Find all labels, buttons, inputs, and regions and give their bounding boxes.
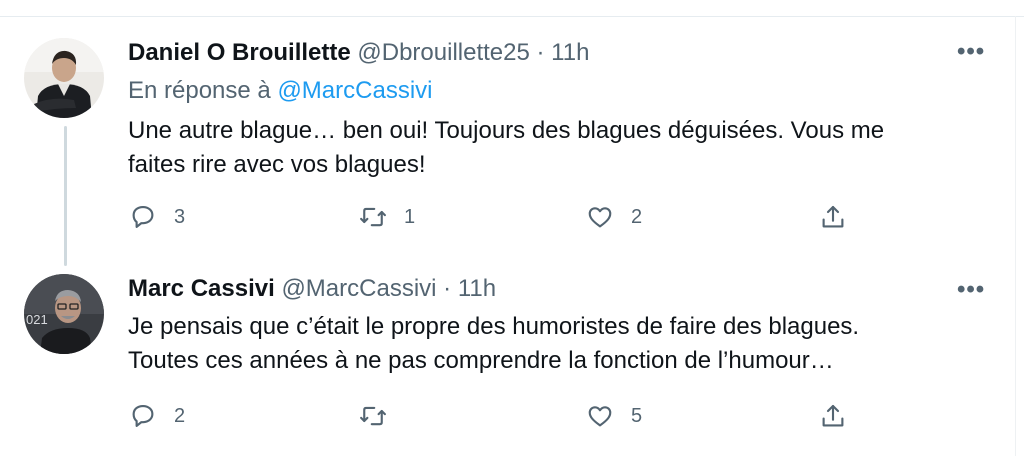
tweet-text-line: faites rire avec vos blagues! xyxy=(128,151,426,178)
tweet-text-line: Toutes ces années à ne pas comprendre la… xyxy=(128,347,834,374)
like-button[interactable]: 2 xyxy=(585,201,642,233)
display-name[interactable]: Daniel O Brouillette xyxy=(128,39,351,66)
separator-dot: · xyxy=(536,39,545,66)
reply-count: 3 xyxy=(174,205,186,228)
timestamp[interactable]: 11h xyxy=(458,275,496,302)
share-button[interactable] xyxy=(818,400,848,432)
display-name[interactable]: Marc Cassivi xyxy=(128,275,275,302)
share-icon xyxy=(822,404,844,427)
reply-context: En réponse à @MarcCassivi xyxy=(128,76,432,106)
reply-button[interactable]: 2 xyxy=(128,400,185,432)
reply-button[interactable]: 3 xyxy=(128,201,185,233)
more-dots-icon[interactable]: ••• xyxy=(957,40,985,64)
share-icon xyxy=(822,205,844,228)
reply-mention-link[interactable]: @MarcCassivi xyxy=(277,77,432,104)
avatar-daniel[interactable] xyxy=(24,38,104,118)
right-divider xyxy=(1015,16,1016,456)
tweet-text-line: Une autre blague… ben oui! Toujours des … xyxy=(128,117,885,144)
tweet-text: Une autre blague… ben oui! Toujours des … xyxy=(128,114,968,182)
retweet-button[interactable]: 1 xyxy=(358,201,415,233)
tweet-text: Je pensais que c’était le propre des hum… xyxy=(128,310,968,378)
avatar-overlay-text: 021 xyxy=(26,312,48,327)
like-count: 5 xyxy=(631,404,643,427)
tweet-header: Daniel O Brouillette @Dbrouillette25 · 1… xyxy=(128,38,589,68)
top-divider xyxy=(0,16,1024,17)
separator-dot: · xyxy=(443,275,452,302)
avatar-marc[interactable]: 021 xyxy=(24,274,104,354)
timestamp[interactable]: 11h xyxy=(551,39,589,66)
user-handle[interactable]: @Dbrouillette25 xyxy=(357,39,529,66)
retweet-icon xyxy=(360,207,386,227)
retweet-icon xyxy=(360,406,386,426)
tweet-header: Marc Cassivi @MarcCassivi · 11h xyxy=(128,274,496,304)
reply-bubble-icon xyxy=(132,404,154,427)
thread-connector-line xyxy=(64,126,67,266)
reply-bubble-icon xyxy=(132,205,154,228)
like-count: 2 xyxy=(631,205,643,228)
tweet-text-line: Je pensais que c’était le propre des hum… xyxy=(128,313,860,340)
like-button[interactable]: 5 xyxy=(585,400,642,432)
reply-prefix: En réponse à xyxy=(128,77,278,104)
heart-icon xyxy=(588,207,612,228)
retweet-button[interactable] xyxy=(358,400,404,432)
user-handle[interactable]: @MarcCassivi xyxy=(281,275,436,302)
reply-count: 2 xyxy=(174,404,186,427)
heart-icon xyxy=(588,406,612,427)
share-button[interactable] xyxy=(818,201,848,233)
retweet-count: 1 xyxy=(404,205,416,228)
more-dots-icon[interactable]: ••• xyxy=(957,278,985,302)
